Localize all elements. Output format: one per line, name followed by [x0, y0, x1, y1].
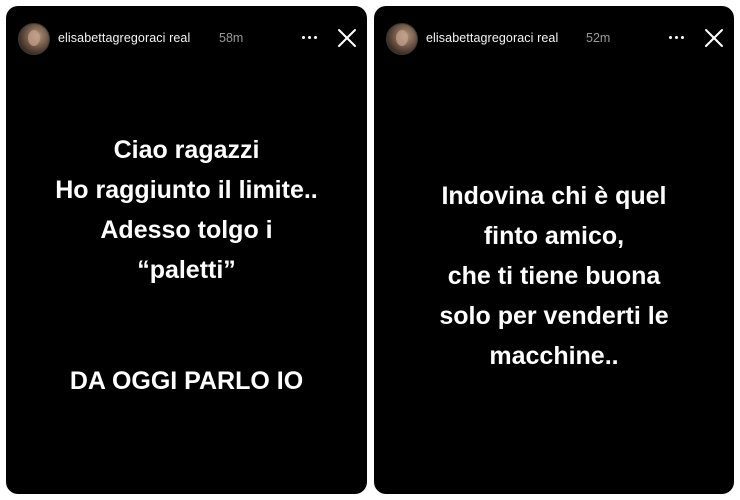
close-icon[interactable]	[702, 26, 726, 50]
more-horizontal-icon[interactable]	[298, 28, 320, 46]
story-text-line: che ti tiene buona	[447, 262, 661, 290]
story-panel-right[interactable]: elisabettagregoraci real 52m Indovina ch…	[374, 6, 734, 494]
post-time: 52m	[586, 31, 611, 45]
story-text: Ciao ragazzi Ho raggiunto il limite.. Ad…	[6, 130, 367, 290]
story-panel-left[interactable]: elisabettagregoraci real 58m Ciao ragazz…	[6, 6, 367, 494]
story-text-line: Adesso tolgo i	[100, 216, 273, 244]
profile-avatar[interactable]	[18, 23, 50, 55]
story-footer-text: DA OGGI PARLO IO	[6, 361, 367, 401]
story-text-line: finto amico,	[483, 222, 625, 250]
more-horizontal-icon[interactable]	[665, 28, 687, 46]
story-text-line: Ho raggiunto il limite..	[55, 176, 318, 204]
story-text-line: Ciao ragazzi	[113, 136, 260, 164]
post-time: 58m	[219, 31, 244, 45]
story-header: elisabettagregoraci real 58m	[6, 6, 367, 68]
story-text-line: Indovina chi è quel	[441, 182, 667, 210]
story-text-line: “paletti”	[137, 256, 236, 284]
story-header: elisabettagregoraci real 52m	[374, 6, 734, 68]
story-text: Indovina chi è quel finto amico, che ti …	[374, 176, 734, 376]
story-text-line: macchine..	[489, 342, 619, 370]
story-text-line: DA OGGI PARLO IO	[69, 367, 304, 395]
username[interactable]: elisabettagregoraci real	[426, 31, 558, 45]
username[interactable]: elisabettagregoraci real	[58, 31, 190, 45]
profile-avatar[interactable]	[386, 23, 418, 55]
story-text-line: solo per venderti le	[439, 302, 669, 330]
close-icon[interactable]	[335, 26, 359, 50]
